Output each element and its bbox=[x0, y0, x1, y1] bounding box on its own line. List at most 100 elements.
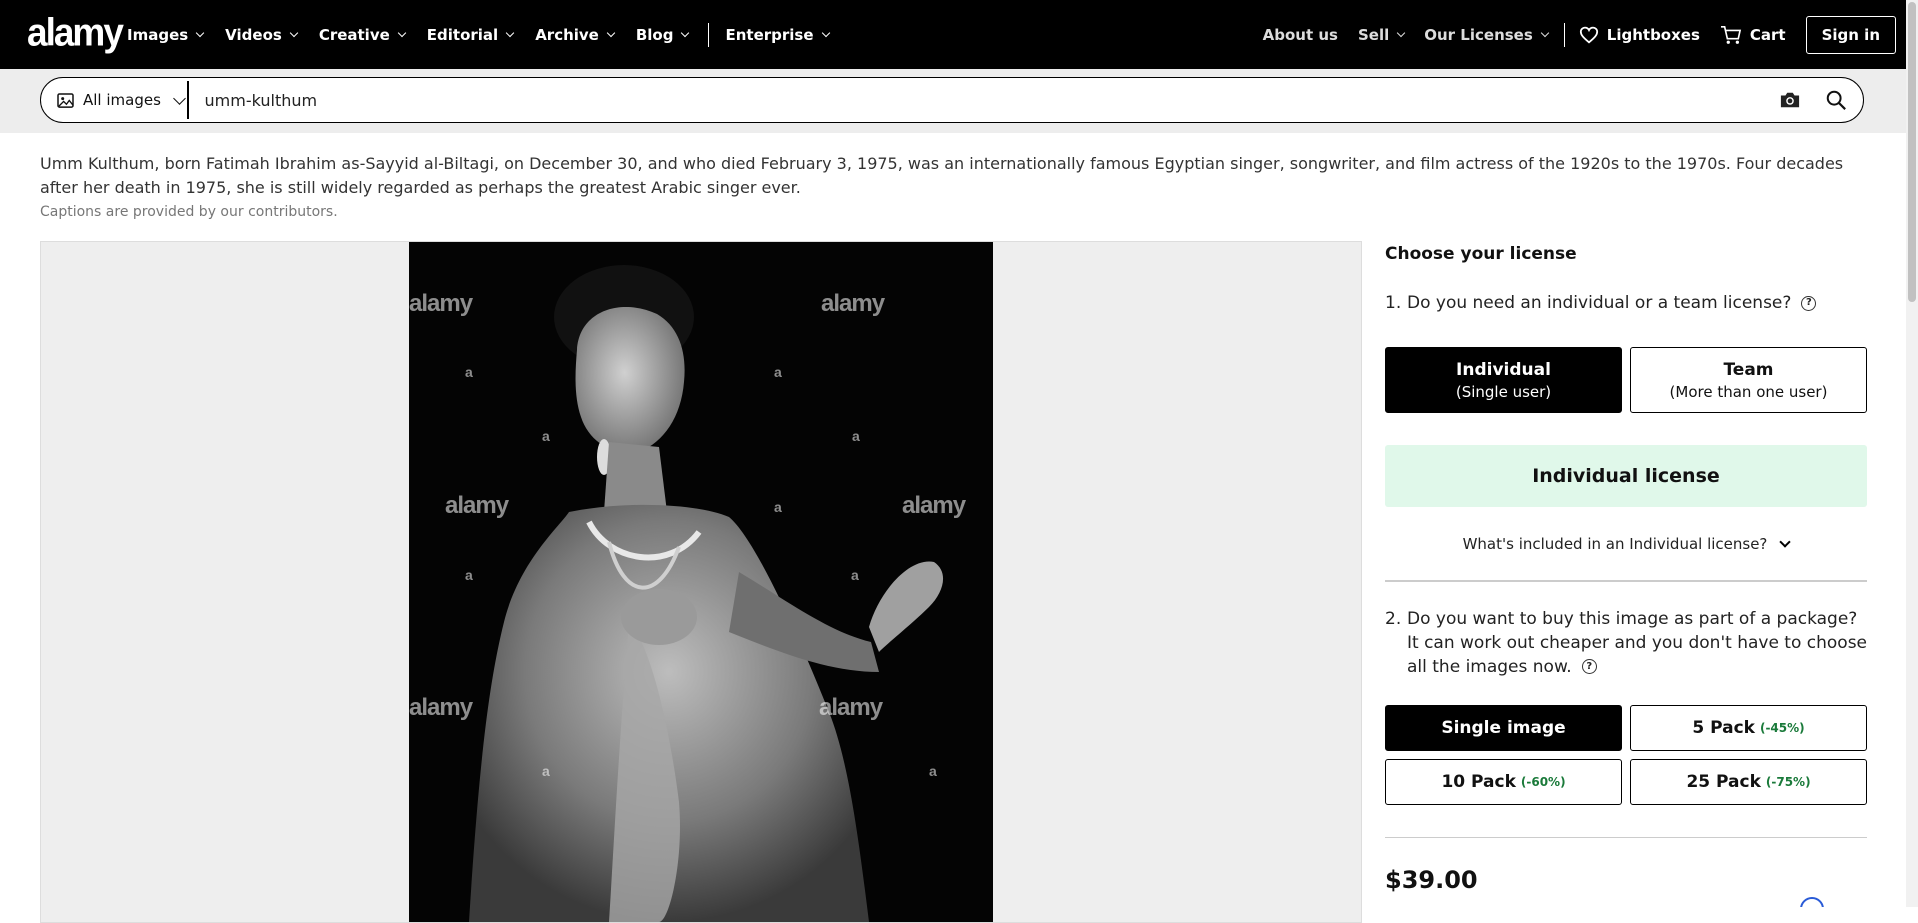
search-scope-dropdown[interactable]: All images bbox=[41, 78, 187, 122]
package-single-image[interactable]: Single image bbox=[1385, 704, 1622, 751]
nav-creative[interactable]: Creative bbox=[319, 26, 407, 44]
help-icon[interactable]: ? bbox=[1581, 659, 1597, 674]
search-actions bbox=[1755, 89, 1863, 111]
watermark-logo: alamy bbox=[409, 694, 473, 721]
chevron-down-icon bbox=[1397, 28, 1406, 37]
watermark-logo: alamy bbox=[902, 492, 966, 519]
watermark-logo: alamy bbox=[819, 694, 883, 721]
license-question-1: 1. Do you need an individual or a team l… bbox=[1385, 291, 1867, 315]
question-number: 1. bbox=[1385, 293, 1402, 313]
question-text: Do you want to buy this image as part of… bbox=[1407, 607, 1867, 679]
nav-images[interactable]: Images bbox=[127, 25, 205, 44]
section-divider bbox=[1385, 836, 1867, 838]
package-label: Single image bbox=[1441, 717, 1566, 738]
license-title: Choose your license bbox=[1385, 244, 1577, 264]
help-icon[interactable]: ? bbox=[1801, 295, 1817, 311]
question-label: Do you need an individual or a team lice… bbox=[1407, 293, 1792, 313]
license-question-2: 2. Do you want to buy this image as part… bbox=[1385, 607, 1867, 679]
nav-editorial[interactable]: Editorial bbox=[426, 25, 515, 44]
cart-icon bbox=[1720, 25, 1742, 44]
page-scrollbar[interactable] bbox=[1906, 0, 1918, 907]
search-input[interactable] bbox=[188, 89, 1755, 111]
chevron-down-icon bbox=[173, 91, 186, 105]
chevron-down-icon bbox=[681, 28, 690, 37]
nav-label: Images bbox=[127, 25, 189, 44]
option-subtitle: (More than one user) bbox=[1669, 382, 1828, 401]
individual-license-option[interactable]: Individual (Single user) bbox=[1385, 347, 1622, 413]
license-details-toggle[interactable]: What's included in an Individual license… bbox=[1385, 535, 1867, 553]
scope-label: All images bbox=[83, 91, 161, 109]
selected-license-box: Individual license bbox=[1385, 445, 1867, 507]
toggle-label: What's included in an Individual license… bbox=[1462, 535, 1768, 553]
question-text: Do you need an individual or a team lice… bbox=[1407, 291, 1817, 315]
account-menu: About us Sell Our Licenses Lightboxes Ca… bbox=[1263, 0, 1906, 69]
nav-our-licenses[interactable]: Our Licenses bbox=[1424, 25, 1550, 44]
license-panel: Choose your license 1. Do you need an in… bbox=[1385, 241, 1867, 894]
watermark-mark: a bbox=[929, 763, 937, 779]
image-icon bbox=[57, 92, 74, 108]
nav-label: Cart bbox=[1749, 25, 1786, 44]
chat-widget-icon[interactable] bbox=[1797, 897, 1827, 907]
nav-label: Sell bbox=[1357, 25, 1390, 44]
nav-archive[interactable]: Archive bbox=[535, 25, 616, 44]
chevron-down-icon bbox=[606, 28, 616, 37]
nav-about-us[interactable]: About us bbox=[1263, 26, 1338, 44]
nav-label: About us bbox=[1262, 25, 1338, 44]
package-25-pack[interactable]: 25 Pack (-75%) bbox=[1630, 758, 1867, 805]
watermark-logo: alamy bbox=[445, 492, 509, 519]
nav-label: Archive bbox=[535, 25, 599, 44]
nav-label: Editorial bbox=[426, 25, 499, 44]
image-preview-panel: alamy alamy alamy alamy alamy alamy a a … bbox=[40, 241, 1362, 923]
price: $39.00 bbox=[1385, 866, 1478, 894]
watermark-logo: alamy bbox=[409, 290, 473, 317]
preview-photo[interactable]: alamy alamy alamy alamy alamy alamy a a … bbox=[409, 242, 993, 922]
alamy-logo[interactable]: alamy bbox=[27, 11, 124, 55]
watermark-mark: a bbox=[465, 567, 473, 583]
question-number: 2. bbox=[1385, 608, 1402, 629]
chevron-down-icon bbox=[505, 28, 515, 37]
nav-blog[interactable]: Blog bbox=[635, 25, 690, 44]
nav-sell[interactable]: Sell bbox=[1357, 25, 1406, 44]
package-options-row-2: 10 Pack (-60%) 25 Pack (-75%) bbox=[1385, 758, 1867, 805]
package-label: 5 Pack bbox=[1692, 717, 1755, 738]
nav-label: Enterprise bbox=[725, 25, 814, 44]
singer-photo-illustration bbox=[409, 242, 993, 922]
team-license-option[interactable]: Team (More than one user) bbox=[1630, 347, 1867, 413]
chevron-down-icon bbox=[1779, 536, 1792, 548]
top-navigation: alamy Images Videos Creative Editorial A… bbox=[0, 0, 1906, 69]
watermark-mark: a bbox=[851, 567, 859, 583]
watermark-mark: a bbox=[542, 428, 550, 444]
search-band: All images bbox=[0, 69, 1906, 133]
nav-videos[interactable]: Videos bbox=[225, 26, 299, 44]
nav-label: Lightboxes bbox=[1606, 25, 1700, 44]
question-label: Do you want to buy this image as part of… bbox=[1407, 608, 1868, 677]
watermark-mark: a bbox=[465, 364, 473, 380]
nav-lightboxes[interactable]: Lightboxes bbox=[1579, 26, 1700, 44]
chevron-down-icon bbox=[397, 28, 407, 37]
camera-icon[interactable] bbox=[1779, 90, 1801, 110]
package-10-pack[interactable]: 10 Pack (-60%) bbox=[1385, 758, 1622, 805]
search-icon[interactable] bbox=[1825, 89, 1847, 111]
license-type-options: Individual (Single user) Team (More than… bbox=[1385, 347, 1867, 413]
option-subtitle: (Single user) bbox=[1455, 382, 1552, 401]
package-label: 25 Pack bbox=[1686, 771, 1761, 792]
nav-label: Our Licenses bbox=[1424, 25, 1533, 44]
nav-divider bbox=[708, 22, 710, 47]
nav-enterprise[interactable]: Enterprise bbox=[725, 25, 830, 44]
chevron-down-icon bbox=[1540, 28, 1550, 37]
chevron-down-icon bbox=[195, 28, 205, 37]
package-5-pack[interactable]: 5 Pack (-45%) bbox=[1630, 704, 1867, 751]
option-title: Team bbox=[1723, 359, 1774, 380]
chevron-down-icon bbox=[821, 28, 830, 37]
watermark-mark: a bbox=[852, 428, 860, 444]
heart-icon bbox=[1579, 26, 1598, 44]
search-bar: All images bbox=[40, 77, 1864, 123]
package-label: 10 Pack bbox=[1441, 771, 1516, 792]
watermark-mark: a bbox=[542, 763, 550, 779]
package-discount: (-75%) bbox=[1765, 774, 1811, 789]
caption-note: Captions are provided by our contributor… bbox=[40, 204, 338, 220]
nav-cart[interactable]: Cart bbox=[1720, 25, 1786, 45]
sign-in-button[interactable]: Sign in bbox=[1805, 15, 1896, 54]
scrollbar-thumb[interactable] bbox=[1908, 2, 1916, 302]
nav-label: Blog bbox=[635, 25, 674, 44]
